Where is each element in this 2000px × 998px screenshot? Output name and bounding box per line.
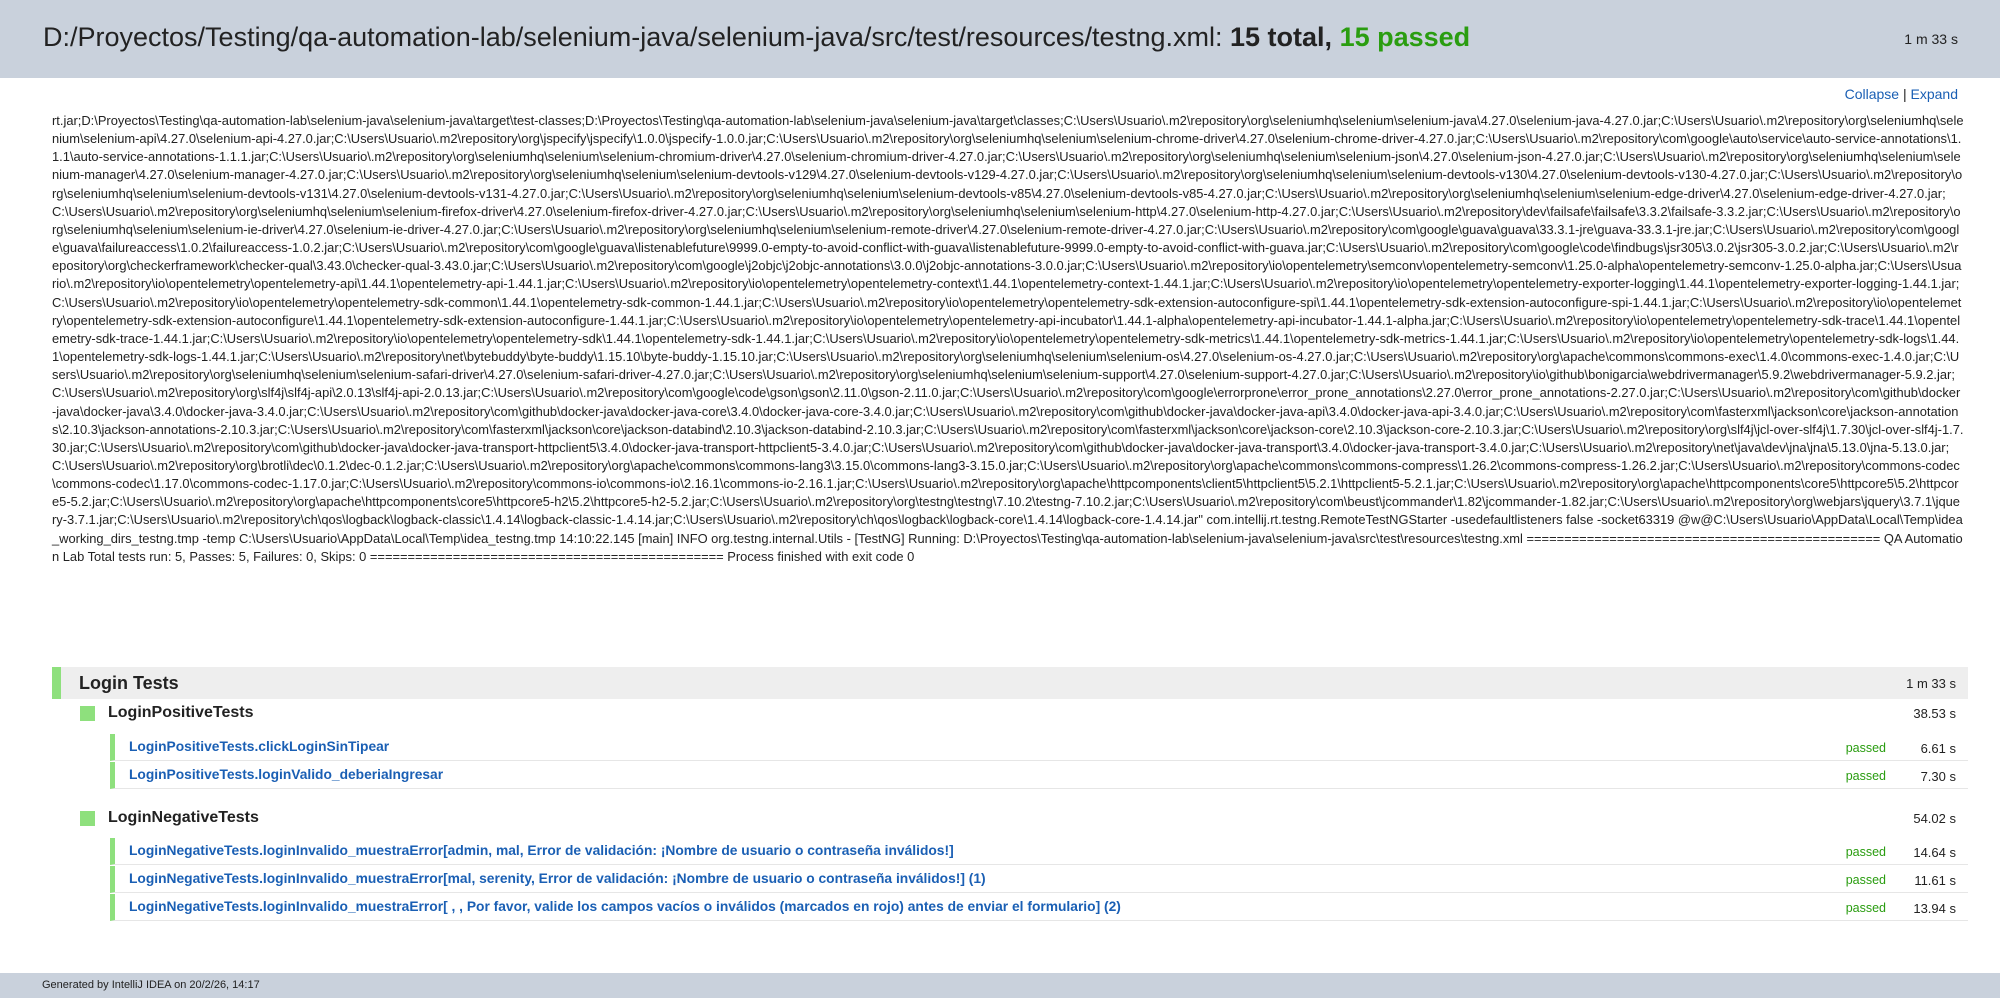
console-output: rt.jar;D:\Proyectos\Testing\qa-automatio… bbox=[52, 113, 1964, 564]
report-footer: Generated by IntelliJ IDEA on 20/2/26, 1… bbox=[0, 973, 2000, 998]
total-duration: 1 m 33 s bbox=[1904, 31, 1958, 47]
test-duration: 11.61 s bbox=[1914, 873, 1956, 888]
collapse-link[interactable]: Collapse bbox=[1845, 86, 1899, 102]
report-title: D:/Proyectos/Testing/qa-automation-lab/s… bbox=[43, 22, 1470, 53]
suite-row[interactable]: Login Tests 1 m 33 s bbox=[52, 667, 1968, 699]
test-row: LoginNegativeTests.loginInvalido_muestra… bbox=[110, 838, 1968, 865]
class-name: LoginNegativeTests bbox=[108, 809, 259, 826]
test-duration: 13.94 s bbox=[1913, 901, 1956, 916]
test-duration: 7.30 s bbox=[1920, 769, 1956, 784]
pass-status-square-icon bbox=[80, 811, 95, 826]
test-row: LoginNegativeTests.loginInvalido_muestra… bbox=[110, 866, 1968, 893]
test-link[interactable]: LoginPositiveTests.clickLoginSinTipear bbox=[129, 739, 389, 754]
test-status: passed bbox=[1845, 769, 1886, 783]
class-duration: 54.02 s bbox=[1913, 811, 1956, 826]
suite-name: Login Tests bbox=[79, 673, 179, 693]
test-link[interactable]: LoginNegativeTests.loginInvalido_muestra… bbox=[129, 843, 954, 858]
class-duration: 38.53 s bbox=[1913, 706, 1956, 721]
test-link[interactable]: LoginNegativeTests.loginInvalido_muestra… bbox=[129, 871, 986, 886]
test-link[interactable]: LoginNegativeTests.loginInvalido_muestra… bbox=[129, 899, 1121, 914]
test-status: passed bbox=[1845, 741, 1886, 755]
test-status: passed bbox=[1845, 873, 1886, 887]
test-row: LoginNegativeTests.loginInvalido_muestra… bbox=[110, 894, 1968, 921]
testng-file-path: D:/Proyectos/Testing/qa-automation-lab/s… bbox=[43, 22, 1223, 52]
test-duration: 6.61 s bbox=[1920, 741, 1956, 756]
suite-duration: 1 m 33 s bbox=[1906, 676, 1956, 691]
class-row-login-positive[interactable]: LoginPositiveTests 38.53 s bbox=[80, 702, 1968, 726]
report-header: D:/Proyectos/Testing/qa-automation-lab/s… bbox=[0, 0, 2000, 78]
toolbar-separator: | bbox=[1902, 86, 1907, 102]
generated-by-text: Generated by IntelliJ IDEA on 20/2/26, 1… bbox=[42, 979, 260, 991]
test-link[interactable]: LoginPositiveTests.loginValido_deberiaIn… bbox=[129, 767, 443, 782]
class-name: LoginPositiveTests bbox=[108, 704, 254, 721]
expand-link[interactable]: Expand bbox=[1911, 86, 1958, 102]
test-row: LoginPositiveTests.clickLoginSinTipear p… bbox=[110, 734, 1968, 761]
tree-toolbar: Collapse | Expand bbox=[1845, 86, 1958, 102]
class-row-login-negative[interactable]: LoginNegativeTests 54.02 s bbox=[80, 807, 1968, 831]
total-count: 15 total, bbox=[1230, 22, 1333, 52]
passed-count: 15 passed bbox=[1339, 22, 1471, 52]
pass-status-square-icon bbox=[80, 706, 95, 721]
test-status: passed bbox=[1845, 845, 1886, 859]
test-row: LoginPositiveTests.loginValido_deberiaIn… bbox=[110, 762, 1968, 789]
test-status: passed bbox=[1845, 901, 1886, 915]
test-duration: 14.64 s bbox=[1913, 845, 1956, 860]
